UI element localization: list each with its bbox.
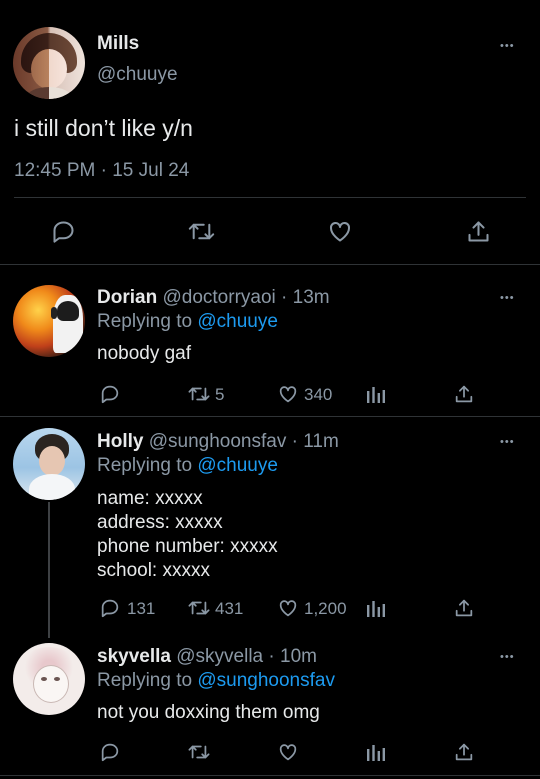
reply-text-line: name: xxxxx bbox=[97, 488, 203, 509]
reply-header: Dorian @doctorryaoi · 13m bbox=[97, 287, 330, 309]
more-options-button[interactable]: ••• bbox=[500, 292, 515, 304]
share-icon[interactable] bbox=[453, 383, 475, 405]
author-handle[interactable]: @chuuye bbox=[97, 64, 178, 86]
reply-header: Holly @sunghoonsfav · 11m bbox=[97, 431, 339, 453]
share-icon[interactable] bbox=[453, 597, 475, 619]
reply-text: not you doxxing them omg bbox=[97, 702, 320, 723]
replying-to-link[interactable]: @chuuye bbox=[197, 311, 278, 332]
retweet-icon[interactable] bbox=[187, 597, 211, 619]
divider bbox=[0, 416, 540, 417]
avatar-mills[interactable] bbox=[13, 27, 85, 99]
reply-count: 131 bbox=[127, 599, 156, 618]
reply-text-line: school: xxxxx bbox=[97, 560, 210, 581]
reply-icon[interactable] bbox=[99, 383, 121, 405]
more-options-button[interactable]: ••• bbox=[500, 436, 515, 448]
reply-icon[interactable] bbox=[99, 741, 121, 763]
replying-to-label: Replying to bbox=[97, 455, 193, 476]
like-count: 340 bbox=[304, 385, 333, 404]
reply-author-name[interactable]: Dorian bbox=[97, 287, 157, 308]
retweet-count: 5 bbox=[215, 385, 225, 404]
reply-author-name[interactable]: skyvella bbox=[97, 646, 171, 667]
share-icon[interactable] bbox=[465, 218, 492, 245]
thread-line bbox=[48, 502, 50, 638]
reply-author-handle[interactable]: @sunghoonsfav bbox=[149, 431, 287, 452]
views-icon[interactable] bbox=[366, 741, 386, 763]
reply-author-handle[interactable]: @doctorryaoi bbox=[162, 287, 275, 308]
divider bbox=[0, 775, 540, 776]
reply-icon[interactable] bbox=[50, 218, 77, 245]
views-icon[interactable] bbox=[366, 597, 386, 619]
author-name[interactable]: Mills bbox=[97, 33, 139, 55]
replying-to-line: Replying to @sunghoonsfav bbox=[97, 670, 335, 692]
reply-timestamp[interactable]: · 13m bbox=[281, 287, 330, 308]
share-icon[interactable] bbox=[453, 741, 475, 763]
reply-icon[interactable] bbox=[99, 597, 121, 619]
tweet-timestamp[interactable]: 12:45 PM · 15 Jul 24 bbox=[14, 160, 189, 182]
views-icon[interactable] bbox=[366, 383, 386, 405]
replying-to-link[interactable]: @sunghoonsfav bbox=[197, 670, 335, 691]
replying-to-label: Replying to bbox=[97, 670, 193, 691]
like-icon[interactable] bbox=[276, 741, 300, 763]
reply-author-name[interactable]: Holly bbox=[97, 431, 143, 452]
more-options-button[interactable]: ••• bbox=[500, 651, 515, 663]
like-icon[interactable] bbox=[276, 597, 300, 619]
reply-timestamp[interactable]: · 10m bbox=[268, 646, 317, 667]
avatar-skyvella[interactable] bbox=[13, 643, 85, 715]
divider bbox=[14, 197, 526, 198]
reply-text-line: phone number: xxxxx bbox=[97, 536, 278, 557]
like-count: 1,200 bbox=[304, 599, 347, 618]
reply-timestamp[interactable]: · 11m bbox=[292, 431, 339, 452]
tweet-text: i still don’t like y/n bbox=[14, 115, 193, 141]
reply-text: name: xxxxx address: xxxxx phone number:… bbox=[97, 487, 278, 583]
more-options-button[interactable]: ••• bbox=[500, 40, 515, 52]
replying-to-line: Replying to @chuuye bbox=[97, 311, 278, 333]
replying-to-link[interactable]: @chuuye bbox=[197, 455, 278, 476]
avatar-dorian[interactable] bbox=[13, 285, 85, 357]
reply-author-handle[interactable]: @skyvella bbox=[176, 646, 263, 667]
retweet-icon[interactable] bbox=[187, 218, 216, 245]
replying-to-label: Replying to bbox=[97, 311, 193, 332]
like-icon[interactable] bbox=[276, 383, 300, 405]
retweet-icon[interactable] bbox=[187, 383, 211, 405]
reply-text: nobody gaf bbox=[97, 343, 192, 364]
like-icon[interactable] bbox=[326, 218, 354, 245]
reply-text-line: address: xxxxx bbox=[97, 512, 223, 533]
divider bbox=[0, 264, 540, 265]
avatar-holly[interactable] bbox=[13, 428, 85, 500]
reply-header: skyvella @skyvella · 10m bbox=[97, 646, 317, 668]
replying-to-line: Replying to @chuuye bbox=[97, 455, 278, 477]
retweet-count: 431 bbox=[215, 599, 244, 618]
retweet-icon[interactable] bbox=[187, 741, 211, 763]
